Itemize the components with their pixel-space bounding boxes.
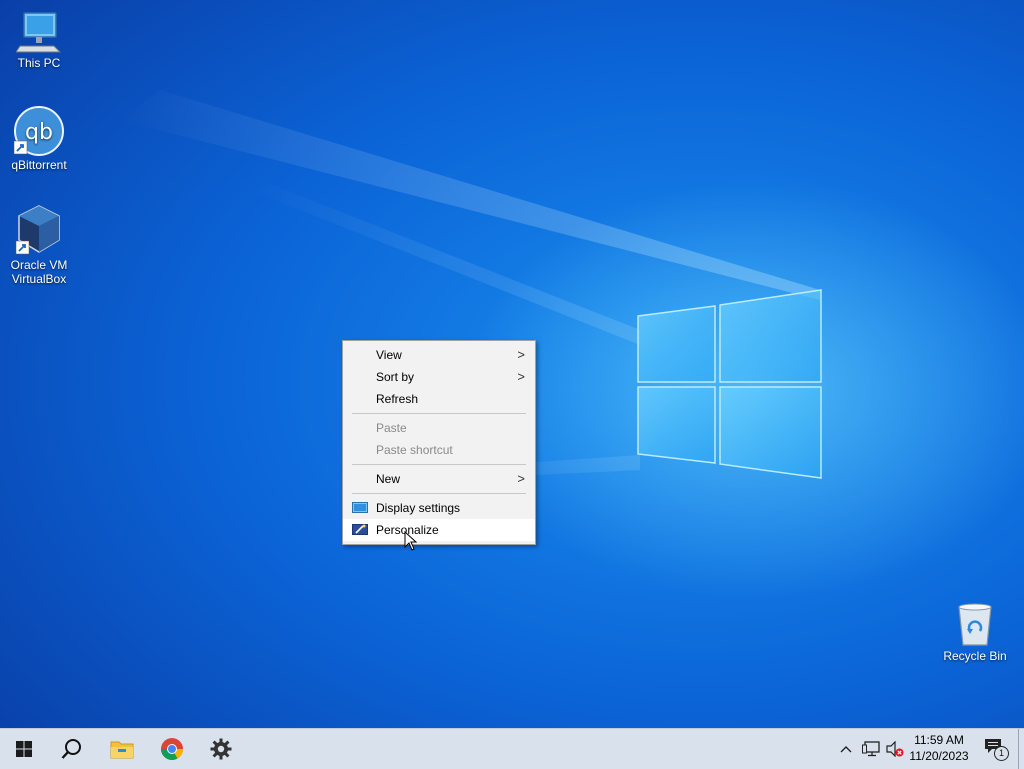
menu-item-refresh[interactable]: Refresh bbox=[343, 388, 535, 410]
taskbar-clock[interactable]: 11:59 AM 11/20/2023 bbox=[904, 732, 974, 764]
computer-icon bbox=[16, 12, 62, 53]
network-tray-button[interactable] bbox=[860, 729, 882, 769]
clock-date: 11/20/2023 bbox=[909, 749, 969, 763]
menu-item-personalize[interactable]: Personalize bbox=[343, 519, 535, 541]
desktop-icon-label: Oracle VM VirtualBox bbox=[10, 258, 68, 286]
desktop-icon-label: This PC bbox=[17, 56, 61, 70]
file-explorer-button[interactable] bbox=[98, 729, 146, 769]
menu-item-paste-shortcut: Paste shortcut bbox=[343, 439, 535, 461]
menu-item-label: Paste bbox=[376, 421, 407, 435]
menu-item-label: Paste shortcut bbox=[376, 443, 453, 457]
menu-item-label: New bbox=[376, 472, 401, 486]
menu-item-label: Refresh bbox=[376, 392, 419, 406]
display-icon bbox=[352, 502, 368, 513]
mouse-cursor-icon bbox=[404, 531, 418, 551]
menu-item-label: View bbox=[376, 348, 402, 362]
desktop-context-menu: View > Sort by > Refresh Paste Paste sho… bbox=[342, 340, 536, 545]
windows-logo-wallpaper bbox=[637, 289, 822, 479]
svg-text:qb: qb bbox=[25, 120, 53, 145]
chrome-button[interactable] bbox=[148, 729, 196, 769]
menu-item-paste: Paste bbox=[343, 417, 535, 439]
desktop-icon-label: qBittorrent bbox=[11, 158, 67, 172]
search-button[interactable] bbox=[48, 729, 96, 769]
settings-button[interactable] bbox=[197, 729, 245, 769]
chevron-right-icon: > bbox=[517, 369, 525, 384]
start-icon bbox=[16, 741, 32, 757]
desktop-icon-qbittorrent[interactable]: qb qBittorrent bbox=[1, 106, 77, 172]
settings-icon bbox=[210, 738, 232, 760]
volume-tray-button[interactable] bbox=[884, 729, 906, 769]
menu-item-new[interactable]: New > bbox=[343, 468, 535, 490]
file-explorer-icon bbox=[110, 741, 134, 759]
menu-item-sort-by[interactable]: Sort by > bbox=[343, 366, 535, 388]
desktop-icon-recycle-bin[interactable]: Recycle Bin bbox=[937, 601, 1013, 663]
chrome-icon bbox=[161, 738, 183, 760]
clock-time: 11:59 AM bbox=[914, 733, 964, 747]
menu-separator bbox=[352, 464, 526, 465]
start-button[interactable] bbox=[0, 729, 48, 769]
menu-item-view[interactable]: View > bbox=[343, 344, 535, 366]
menu-item-display-settings[interactable]: Display settings bbox=[343, 497, 535, 519]
notification-count-badge: 1 bbox=[994, 746, 1009, 761]
notification-center-button[interactable]: 1 bbox=[978, 729, 1012, 769]
desktop-background[interactable]: This PC qb qBittorrent Oracle VM Virtual… bbox=[0, 0, 1024, 728]
qbittorrent-icon: qb bbox=[13, 106, 64, 156]
menu-separator bbox=[352, 493, 526, 494]
tray-overflow-button[interactable] bbox=[836, 729, 856, 769]
show-desktop-button[interactable] bbox=[1018, 729, 1024, 769]
menu-separator bbox=[352, 413, 526, 414]
network-icon bbox=[862, 741, 880, 757]
recycle-bin-icon bbox=[958, 603, 992, 646]
desktop-icon-label: Recycle Bin bbox=[943, 649, 1007, 663]
menu-item-label: Display settings bbox=[376, 501, 461, 515]
desktop-icon-virtualbox[interactable]: Oracle VM VirtualBox bbox=[1, 204, 77, 286]
menu-item-label: Sort by bbox=[376, 370, 415, 384]
taskbar: 11:59 AM 11/20/2023 1 bbox=[0, 728, 1024, 769]
desktop-icon-this-pc[interactable]: This PC bbox=[1, 10, 77, 70]
volume-muted-icon bbox=[886, 741, 904, 757]
virtualbox-icon bbox=[15, 205, 60, 255]
personalize-icon bbox=[352, 524, 368, 535]
chevron-right-icon: > bbox=[517, 471, 525, 486]
chevron-right-icon: > bbox=[517, 347, 525, 362]
search-icon bbox=[61, 739, 81, 759]
chevron-up-icon bbox=[840, 746, 852, 753]
